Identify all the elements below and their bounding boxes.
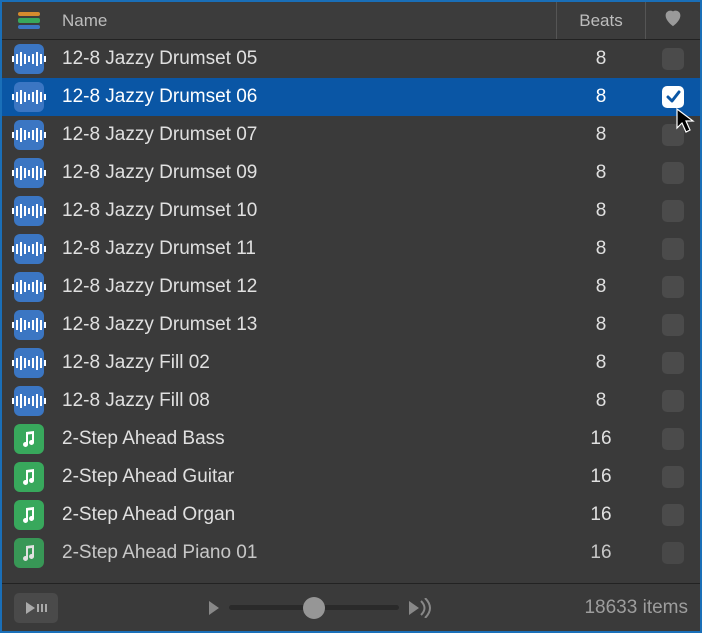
footer-bar: 18633 items bbox=[2, 583, 700, 631]
favorite-checkbox[interactable] bbox=[662, 48, 684, 70]
stack-icon bbox=[18, 12, 40, 30]
favorite-checkbox[interactable] bbox=[662, 390, 684, 412]
loop-beats: 8 bbox=[556, 352, 646, 374]
table-row[interactable]: 12-8 Jazzy Drumset 118 bbox=[2, 230, 700, 268]
volume-control bbox=[58, 598, 584, 618]
loop-name: 2-Step Ahead Guitar bbox=[56, 466, 556, 488]
table-row[interactable]: 12-8 Jazzy Drumset 108 bbox=[2, 192, 700, 230]
heart-icon bbox=[663, 9, 683, 32]
table-row[interactable]: 2-Step Ahead Guitar16 bbox=[2, 458, 700, 496]
table-row[interactable]: 2-Step Ahead Piano 0116 bbox=[2, 534, 700, 572]
loop-beats: 16 bbox=[556, 428, 646, 450]
table-row[interactable]: 2-Step Ahead Bass16 bbox=[2, 420, 700, 458]
audio-loop-icon bbox=[14, 44, 44, 74]
preview-play-button[interactable] bbox=[14, 593, 58, 623]
view-mode-button[interactable] bbox=[2, 12, 56, 30]
software-loop-icon bbox=[14, 462, 44, 492]
volume-low-icon bbox=[209, 601, 219, 615]
table-row[interactable]: 12-8 Jazzy Drumset 128 bbox=[2, 268, 700, 306]
favorite-checkbox[interactable] bbox=[662, 504, 684, 526]
favorite-checkbox[interactable] bbox=[662, 162, 684, 184]
loop-name: 12-8 Jazzy Fill 02 bbox=[56, 352, 556, 374]
loop-beats: 16 bbox=[556, 542, 646, 564]
loop-name: 12-8 Jazzy Drumset 12 bbox=[56, 276, 556, 298]
table-row[interactable]: 12-8 Jazzy Drumset 078 bbox=[2, 116, 700, 154]
software-loop-icon bbox=[14, 538, 44, 568]
loop-beats: 8 bbox=[556, 238, 646, 260]
column-header-favorite[interactable] bbox=[646, 9, 700, 32]
wave-icon bbox=[37, 604, 47, 612]
loop-name: 12-8 Jazzy Drumset 07 bbox=[56, 124, 556, 146]
audio-loop-icon bbox=[14, 196, 44, 226]
loop-beats: 8 bbox=[556, 314, 646, 336]
favorite-checkbox[interactable] bbox=[662, 542, 684, 564]
table-row[interactable]: 12-8 Jazzy Fill 028 bbox=[2, 344, 700, 382]
loop-name: 12-8 Jazzy Drumset 13 bbox=[56, 314, 556, 336]
loop-name: 12-8 Jazzy Drumset 06 bbox=[56, 86, 556, 108]
favorite-checkbox[interactable] bbox=[662, 200, 684, 222]
items-count: 18633 items bbox=[584, 597, 688, 619]
table-row[interactable]: 12-8 Jazzy Drumset 068 bbox=[2, 78, 700, 116]
play-icon bbox=[26, 602, 35, 614]
loop-beats: 8 bbox=[556, 162, 646, 184]
loop-name: 2-Step Ahead Bass bbox=[56, 428, 556, 450]
loop-list[interactable]: 12-8 Jazzy Drumset 05812-8 Jazzy Drumset… bbox=[2, 40, 700, 583]
software-loop-icon bbox=[14, 500, 44, 530]
favorite-checkbox[interactable] bbox=[662, 428, 684, 450]
audio-loop-icon bbox=[14, 234, 44, 264]
loop-beats: 8 bbox=[556, 48, 646, 70]
table-row[interactable]: 12-8 Jazzy Drumset 098 bbox=[2, 154, 700, 192]
audio-loop-icon bbox=[14, 310, 44, 340]
loop-name: 2-Step Ahead Organ bbox=[56, 504, 556, 526]
favorite-checkbox[interactable] bbox=[662, 86, 684, 108]
table-row[interactable]: 12-8 Jazzy Drumset 058 bbox=[2, 40, 700, 78]
column-header-beats[interactable]: Beats bbox=[556, 2, 646, 39]
favorite-checkbox[interactable] bbox=[662, 352, 684, 374]
loop-name: 12-8 Jazzy Fill 08 bbox=[56, 390, 556, 412]
favorite-checkbox[interactable] bbox=[662, 238, 684, 260]
audio-loop-icon bbox=[14, 120, 44, 150]
volume-thumb[interactable] bbox=[303, 597, 325, 619]
audio-loop-icon bbox=[14, 272, 44, 302]
loop-name: 12-8 Jazzy Drumset 05 bbox=[56, 48, 556, 70]
favorite-checkbox[interactable] bbox=[662, 276, 684, 298]
loop-beats: 16 bbox=[556, 466, 646, 488]
loop-beats: 8 bbox=[556, 200, 646, 222]
volume-high-icon bbox=[409, 598, 433, 618]
loop-name: 2-Step Ahead Piano 01 bbox=[56, 542, 556, 564]
audio-loop-icon bbox=[14, 82, 44, 112]
audio-loop-icon bbox=[14, 348, 44, 378]
loop-beats: 8 bbox=[556, 390, 646, 412]
loop-beats: 8 bbox=[556, 124, 646, 146]
loop-name: 12-8 Jazzy Drumset 11 bbox=[56, 238, 556, 260]
favorite-checkbox[interactable] bbox=[662, 314, 684, 336]
loop-beats: 8 bbox=[556, 276, 646, 298]
column-header-name[interactable]: Name bbox=[56, 11, 556, 31]
audio-loop-icon bbox=[14, 158, 44, 188]
loop-beats: 8 bbox=[556, 86, 646, 108]
loop-beats: 16 bbox=[556, 504, 646, 526]
favorite-checkbox[interactable] bbox=[662, 124, 684, 146]
table-header: Name Beats bbox=[2, 2, 700, 40]
favorite-checkbox[interactable] bbox=[662, 466, 684, 488]
table-row[interactable]: 12-8 Jazzy Fill 088 bbox=[2, 382, 700, 420]
software-loop-icon bbox=[14, 424, 44, 454]
volume-slider[interactable] bbox=[229, 605, 399, 610]
table-row[interactable]: 12-8 Jazzy Drumset 138 bbox=[2, 306, 700, 344]
loop-name: 12-8 Jazzy Drumset 10 bbox=[56, 200, 556, 222]
audio-loop-icon bbox=[14, 386, 44, 416]
loop-name: 12-8 Jazzy Drumset 09 bbox=[56, 162, 556, 184]
table-row[interactable]: 2-Step Ahead Organ16 bbox=[2, 496, 700, 534]
